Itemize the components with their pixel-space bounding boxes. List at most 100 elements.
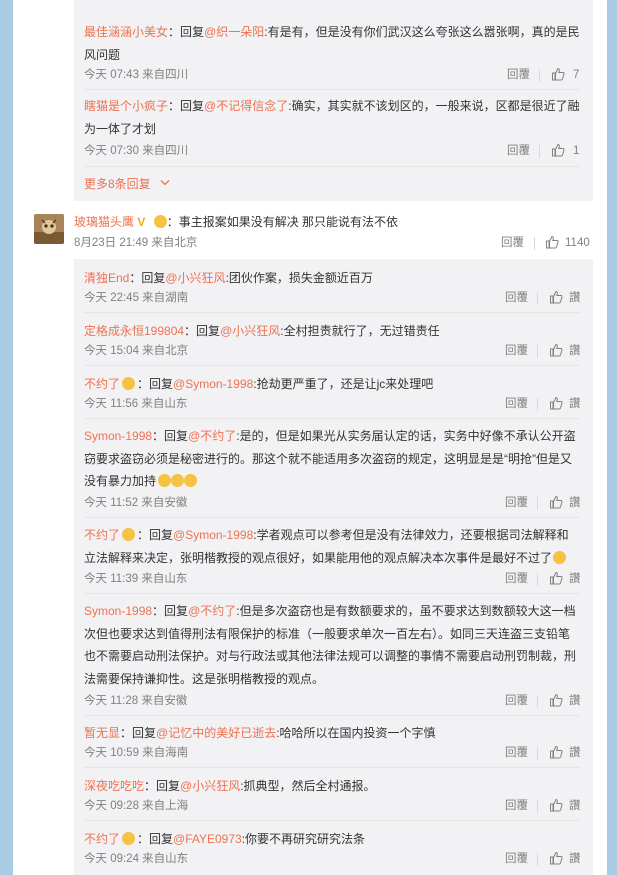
- action-separator: [537, 853, 538, 866]
- reply-prefix: ：回复: [137, 528, 174, 542]
- mention-link[interactable]: @织一朵阳: [204, 25, 264, 39]
- reply-text: 不约了 ：回复@Symon-1998:抢劫更严重了，还是让jc来处理吧: [84, 373, 580, 396]
- reply-username[interactable]: Symon-1998: [84, 604, 152, 618]
- mention-link[interactable]: @小兴狂风: [180, 779, 240, 793]
- thumb-up-icon[interactable]: [549, 396, 563, 410]
- reply-item: 瞎猫是个小疯子：回复@不记得信念了:确实，其实就不该划区的，一般来说，区都是很近…: [84, 95, 580, 159]
- reply-body: :抢劫更严重了，还是让jc来处理吧: [253, 377, 434, 391]
- thumb-up-icon[interactable]: [549, 798, 563, 812]
- like-label[interactable]: 讚: [569, 746, 581, 760]
- reply-body: :哈哈所以在国内投资一个字慎: [276, 726, 436, 740]
- like-label[interactable]: 讚: [569, 572, 581, 586]
- reply-body: :抓典型，然后全村通报。: [240, 779, 376, 793]
- like-label[interactable]: 讚: [569, 799, 581, 813]
- avatar-image: [34, 214, 64, 244]
- thumb-up-icon[interactable]: [549, 571, 563, 585]
- reply-item: 清独End：回复@小兴狂风:团伙作案，损失金额近百万 今天 22:45 来自湖南…: [84, 267, 581, 307]
- reply-username[interactable]: 不约了: [84, 377, 120, 391]
- reply-text: Symon-1998：回复@不约了:是的，但是如果光从实务届认定的话，实务中好像…: [84, 425, 580, 493]
- thumb-up-icon[interactable]: [551, 143, 565, 157]
- reply-button[interactable]: 回覆: [505, 852, 528, 866]
- like-label[interactable]: 讚: [569, 291, 581, 305]
- reply-prefix: ：回复: [168, 25, 205, 39]
- like-label[interactable]: 讚: [569, 694, 581, 708]
- divider: [84, 715, 580, 716]
- action-separator: [537, 292, 538, 305]
- reply-button[interactable]: 回覆: [505, 397, 528, 411]
- more-replies-label[interactable]: 更多8条回复: [84, 177, 151, 191]
- reply-username[interactable]: 瞎猫是个小疯子: [84, 99, 168, 113]
- reply-username[interactable]: 定格成永恒199804: [84, 324, 184, 338]
- reply-meta: 今天 11:52 来自安徽: [84, 497, 188, 509]
- reply-button[interactable]: 回覆: [505, 694, 528, 708]
- reply-prefix: ：回复: [168, 99, 205, 113]
- comment-meta: 8月23日 21:49 来自北京: [74, 237, 198, 249]
- reply-button[interactable]: 回覆: [507, 144, 530, 158]
- reply-meta: 今天 07:30 来自四川: [84, 145, 189, 157]
- divider: [84, 767, 580, 768]
- reply-meta: 今天 15:04 来自北京: [84, 345, 189, 357]
- reply-username[interactable]: 暂无显: [84, 726, 120, 740]
- thumb-up-icon[interactable]: [549, 290, 563, 304]
- action-separator: [534, 237, 535, 250]
- reply-button[interactable]: 回覆: [507, 68, 530, 82]
- reply-username[interactable]: 最佳涵涵小美女: [84, 25, 168, 39]
- divider: [84, 820, 580, 821]
- like-label[interactable]: 讚: [569, 852, 581, 866]
- divider: [84, 89, 580, 90]
- reply-username[interactable]: 不约了: [84, 528, 120, 542]
- scrollbar-track[interactable]: [607, 0, 617, 875]
- verified-badge-icon: V: [137, 215, 146, 229]
- thumb-up-icon[interactable]: [549, 851, 563, 865]
- thumb-up-icon[interactable]: [549, 745, 563, 759]
- mention-link[interactable]: @小兴狂风: [220, 324, 280, 338]
- thumb-up-icon[interactable]: [549, 693, 563, 707]
- reply-prefix: ：回复: [137, 377, 174, 391]
- member-badge-icon: [153, 215, 167, 228]
- like-count: 1: [573, 145, 580, 157]
- reply-username[interactable]: 不约了: [84, 832, 120, 846]
- action-separator: [537, 800, 538, 813]
- reply-button[interactable]: 回覆: [505, 344, 528, 358]
- mention-link[interactable]: @FAYE0973: [173, 832, 242, 846]
- reply-username[interactable]: Symon-1998: [84, 429, 152, 443]
- mention-link[interactable]: @不约了: [188, 429, 236, 443]
- comment-username[interactable]: 玻璃猫头鹰: [74, 215, 134, 229]
- reply-item: 暂无显：回复@记忆中的美好已逝去:哈哈所以在国内投资一个字慎 今天 10:59 …: [84, 722, 581, 762]
- laugh-cry-emoji-icon: [171, 474, 185, 487]
- reply-button[interactable]: 回覆: [505, 799, 528, 813]
- reply-meta: 今天 11:39 来自山东: [84, 573, 188, 585]
- reply-button[interactable]: 回覆: [505, 746, 528, 760]
- laugh-cry-emoji-icon: [184, 474, 198, 487]
- mention-link[interactable]: @记忆中的美好已逝去: [156, 726, 276, 740]
- action-separator: [539, 69, 540, 82]
- mention-link[interactable]: @Symon-1998: [173, 377, 253, 391]
- thumb-up-icon[interactable]: [551, 67, 565, 81]
- reply-username[interactable]: 清独End: [84, 271, 129, 285]
- mention-link[interactable]: @小兴狂风: [165, 271, 225, 285]
- mention-link[interactable]: @Symon-1998: [173, 528, 253, 542]
- more-replies-link[interactable]: 更多8条回复: [84, 177, 170, 191]
- laugh-cry-emoji-icon: [158, 474, 172, 487]
- divider: [84, 365, 580, 366]
- like-label[interactable]: 讚: [569, 397, 581, 411]
- mention-link[interactable]: @不记得信念了: [204, 99, 288, 113]
- action-separator: [537, 345, 538, 358]
- reply-button[interactable]: 回覆: [505, 572, 528, 586]
- reply-meta: 今天 11:56 来自山东: [84, 398, 188, 410]
- reply-button[interactable]: 回覆: [501, 236, 524, 250]
- like-label[interactable]: 讚: [569, 496, 581, 510]
- chevron-down-icon[interactable]: [160, 179, 170, 187]
- thumbs-up-emoji-icon: [553, 550, 567, 564]
- avatar[interactable]: [34, 214, 64, 244]
- thumb-up-icon[interactable]: [549, 343, 563, 357]
- like-label[interactable]: 讚: [569, 344, 581, 358]
- left-background-strip: [0, 0, 13, 875]
- reply-text: Symon-1998：回复@不约了:但是多次盗窃也是有数额要求的，虽不要求达到数…: [84, 600, 580, 690]
- thumb-up-icon[interactable]: [545, 235, 559, 249]
- reply-username[interactable]: 深夜吃吃吃: [84, 779, 144, 793]
- thumb-up-icon[interactable]: [549, 495, 563, 509]
- mention-link[interactable]: @不约了: [188, 604, 236, 618]
- reply-button[interactable]: 回覆: [505, 291, 528, 305]
- reply-button[interactable]: 回覆: [505, 496, 528, 510]
